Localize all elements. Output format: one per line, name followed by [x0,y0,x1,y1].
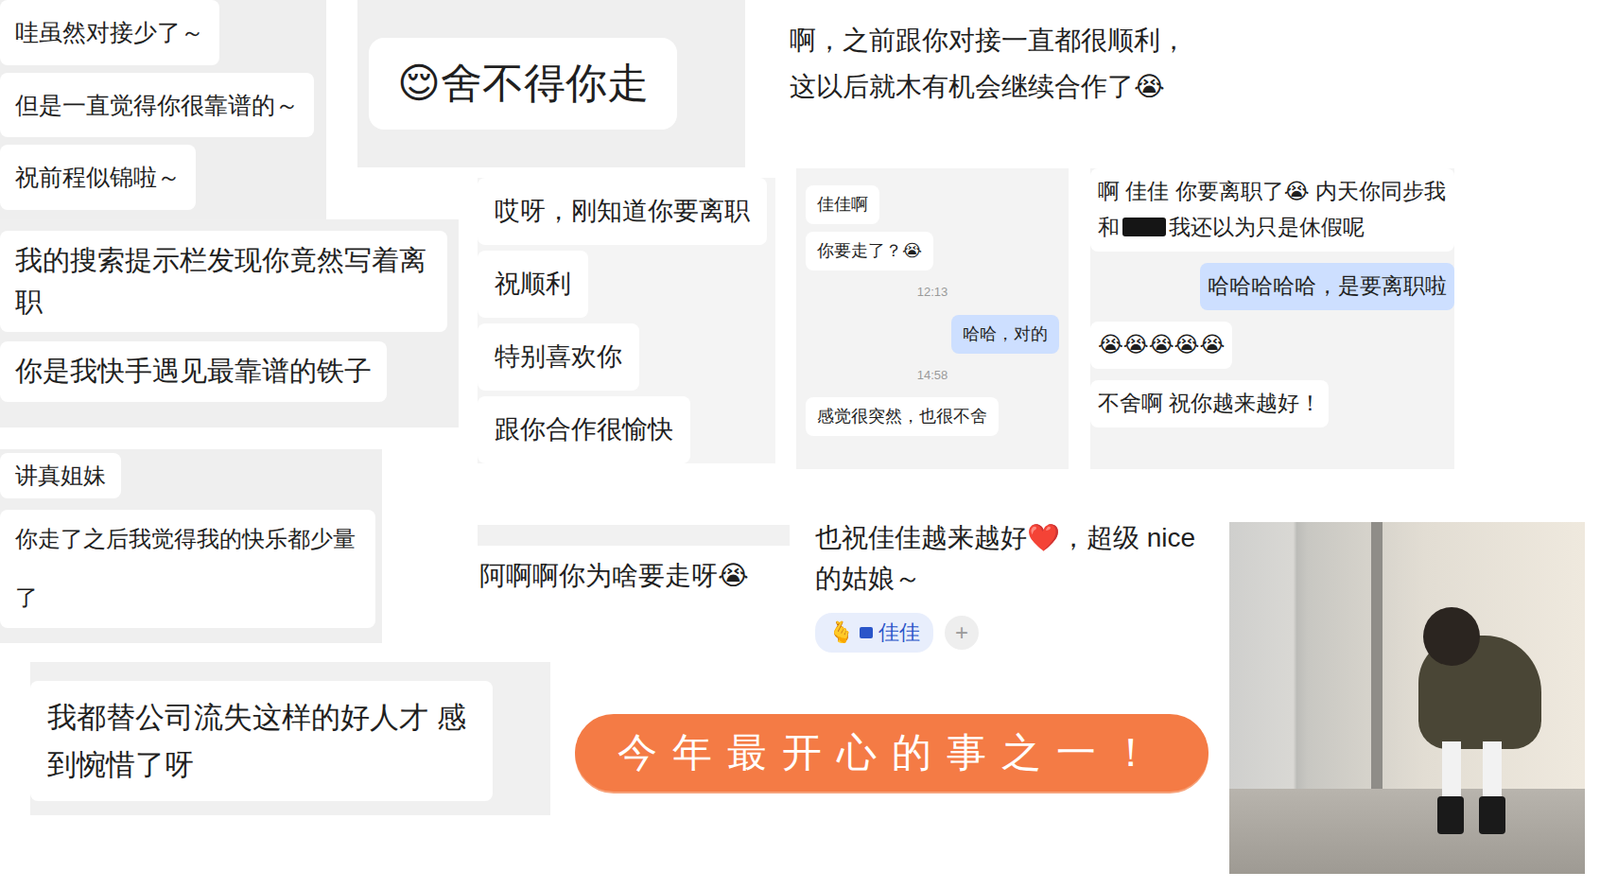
chat-bubble: 我的搜索提示栏发现你竟然写着离职 [0,230,448,332]
message-text: 佳佳啊 [817,194,869,214]
chat-bubble: 祝前程似锦啦～ [0,144,196,210]
note-card: 讲真姐妹你走了之后我觉得我的快乐都少量了 [0,449,383,644]
chat-bubble: 讲真姐妹 [0,452,122,499]
chat-bubble: 哎呀，刚知道你要离职 [477,177,767,245]
message-text: 讲真姐妹 [15,462,106,488]
chat-bubble: 你是我快手遇见最靠谱的铁子 [0,341,387,402]
photo-shape [1229,788,1585,874]
note-card: 哎呀，刚知道你要离职祝顺利特别喜欢你跟你合作很愉快 [477,177,776,464]
reaction-chip[interactable]: 🫰 佳佳 [815,612,934,653]
chat-bubble: 不舍啊 祝你越来越好！ [1090,380,1329,428]
chat-time: 14:58 [917,361,949,390]
chat-bubble: 我都替公司流失这样的好人才 感到惋惜了呀 [30,680,493,801]
note-card: 我都替公司流失这样的好人才 感到惋惜了呀 [30,661,551,816]
note-card: 阿啊啊你为啥要走呀😭 [477,524,790,610]
message-text: 哈哈哈哈哈，是要离职啦 [1207,273,1447,298]
message-text: 哈哈，对的 [962,324,1048,344]
photo-shape [1423,607,1480,666]
chat-bubble: 😭😭😭😭😭 [1090,321,1233,369]
chat-time: 12:13 [917,278,949,307]
reaction-name: 佳佳 [878,616,921,649]
chat-bubble: 佳佳啊 [805,185,880,225]
chat-bubble: 😌舍不得你走 [368,37,678,130]
message-text: 不舍啊 祝你越来越好！ [1097,390,1322,416]
chat-bubble: 哈哈，对的 [951,314,1060,354]
note-card: 啊 佳佳 你要离职了😭 内天你同步我和我还以为只是休假呢哈哈哈哈哈，是要离职啦 😭… [1090,168,1455,470]
redaction-mark [1122,217,1166,238]
photo-shape [1437,796,1464,835]
meme-photo [1229,521,1585,874]
message-text: 啊，之前跟你对接一直都很顺利，这以后就木有机会继续合作了😭 [789,17,1193,110]
message-text: 也祝佳佳越来越好❤️，超级 nice 的姑娘～ [815,522,1196,593]
chat-bubble: 祝顺利 [477,250,589,318]
note-card: 啊，之前跟你对接一直都很顺利，这以后就木有机会继续合作了😭 [770,0,1220,133]
message-text: 我的搜索提示栏发现你竟然写着离职 [15,240,433,323]
message-text: 哇虽然对接少了～ [15,18,205,46]
message-text: 特别喜欢你 [494,342,623,371]
message-text: 我还以为只是休假呢 [1168,214,1365,240]
collage: 哇虽然对接少了～ 但是一直觉得你很靠谱的～ 祝前程似锦啦～ 😌舍不得你走 啊，之前跟你对… [0,0,1600,889]
message-text: 啊，之前跟你对接一直都很顺利，这以后就木有机会继续合作了😭 [789,17,1193,110]
note-card: 也祝佳佳越来越好❤️，超级 nice 的姑娘～ 🫰 佳佳 + [805,505,1222,664]
message-text: 也祝佳佳越来越好❤️，超级 nice 的姑娘～ [815,517,1213,600]
message-text: 阿啊啊你为啥要走呀😭 [479,560,749,591]
banner: 今年最开心的事之一！ [574,713,1209,792]
avatar-mark [859,626,873,639]
message-text: 你要走了？😭 [817,241,922,261]
chat-bubble: 哈哈哈哈哈，是要离职啦 [1200,262,1455,311]
message-text: 祝前程似锦啦～ [15,163,181,191]
message-text: 你走了之后我觉得我的快乐都少量了 [15,509,361,628]
chat-bubble: 啊 佳佳 你要离职了😭 内天你同步我和我还以为只是休假呢 [1090,168,1455,252]
chat-bubble: 跟你合作很愉快 [477,396,691,464]
message-text: 我都替公司流失这样的好人才 感到惋惜了呀 [47,694,476,788]
message-text: 你是我快手遇见最靠谱的铁子 [15,355,372,386]
note-card: 佳佳啊你要走了？😭 12:13 哈哈，对的 14:58 感觉很突然，也很不舍 [796,168,1069,470]
message-text: 阿啊啊你为啥要走呀😭 [479,558,749,593]
chat-bubble: 哇虽然对接少了～ [0,0,220,66]
note-card: 我的搜索提示栏发现你竟然写着离职你是我快手遇见最靠谱的铁子 [0,219,459,428]
add-reaction-button[interactable]: + [944,615,979,650]
chat-bubble: 你走了之后我觉得我的快乐都少量了 [0,509,376,628]
finger-heart-icon: 🫰 [828,616,854,649]
chat-bubble: 特别喜欢你 [477,323,640,391]
chat-bubble: 你要走了？😭 [805,231,934,271]
message-text: 😌舍不得你走 [397,59,649,106]
message-text: 😭😭😭😭😭 [1097,331,1225,357]
message-text: 但是一直觉得你很靠谱的～ [15,91,299,119]
message-text: 跟你合作很愉快 [494,415,674,444]
photo-shape [1478,796,1506,835]
chat-bubble: 但是一直觉得你很靠谱的～ [0,72,314,139]
note-card: 😌舍不得你走 [357,0,746,168]
message-text: 感觉很突然，也很不舍 [817,406,988,426]
banner-text: 今年最开心的事之一！ [617,726,1166,780]
message-text: 祝顺利 [494,269,572,298]
message-text: 哎呀，刚知道你要离职 [494,196,750,226]
chat-bubble: 感觉很突然，也很不舍 [805,397,999,436]
note-card: 哇虽然对接少了～ 但是一直觉得你很靠谱的～ 祝前程似锦啦～ [0,0,327,220]
reaction-row: 🫰 佳佳 + [815,612,1213,653]
